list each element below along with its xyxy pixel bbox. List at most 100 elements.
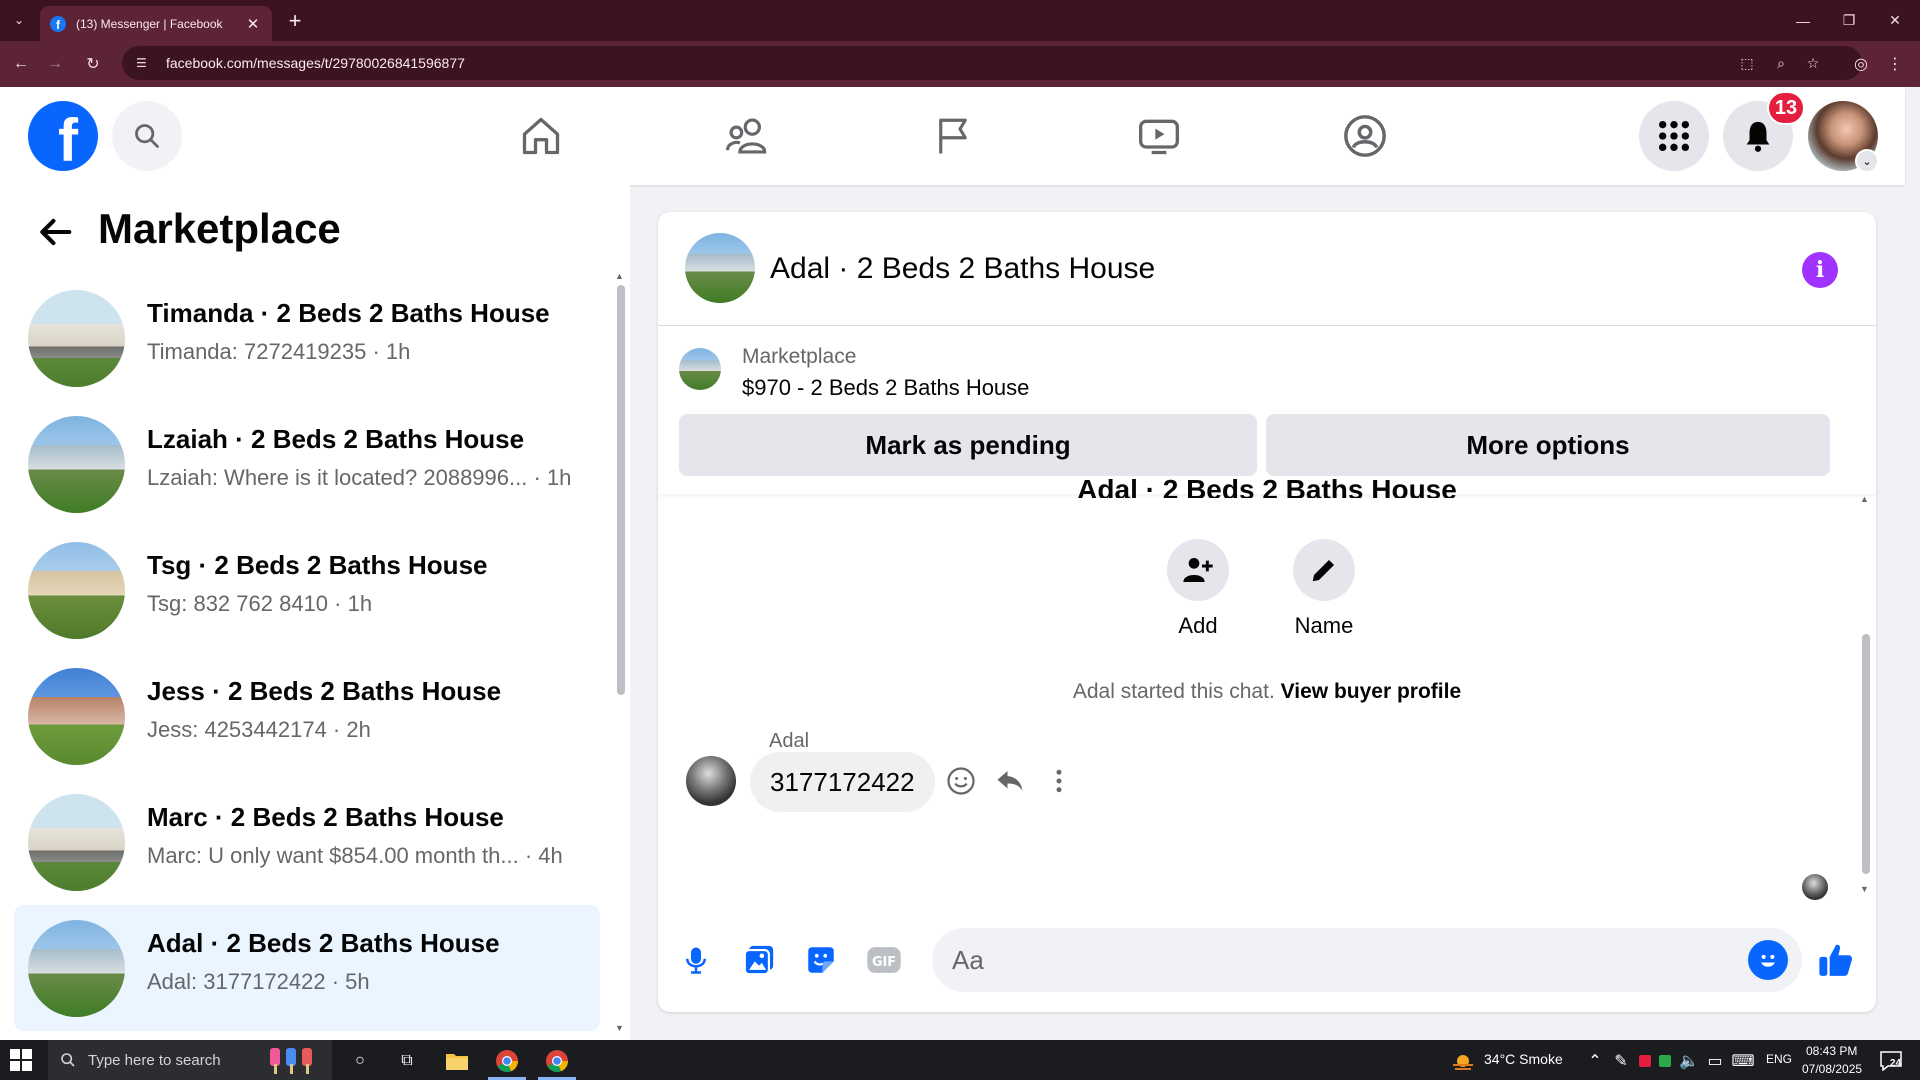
chat-listing-thumbnail[interactable]: [685, 233, 755, 303]
task-view-icon[interactable]: ⧉: [394, 1048, 420, 1074]
site-info-icon[interactable]: ☰: [136, 56, 152, 70]
listing-price-title[interactable]: $970 - 2 Beds 2 Baths House: [742, 375, 1029, 401]
nav-friends-button[interactable]: [722, 111, 772, 161]
svg-text:GIF: GIF: [872, 955, 896, 970]
back-arrow-icon[interactable]: [36, 213, 74, 251]
emoji-button[interactable]: [1748, 940, 1788, 980]
conversation-item-active[interactable]: Adal · 2 Beds 2 Baths House Adal: 317717…: [14, 905, 600, 1031]
reload-icon[interactable]: ↻: [82, 53, 104, 75]
scroll-down-arrow-icon[interactable]: ▼: [615, 1023, 624, 1033]
clock-time[interactable]: 08:43 PM: [1806, 1044, 1857, 1058]
nav-groups-button[interactable]: [1340, 111, 1390, 161]
windows-taskbar: Type here to search ○ ⧉ 34°C Smoke ⌃ ✎ 🔈…: [0, 1040, 1920, 1080]
search-icon: [135, 124, 159, 148]
conversation-item[interactable]: Lzaiah · 2 Beds 2 Baths House Lzaiah: Wh…: [14, 401, 600, 527]
tab-close-icon[interactable]: ✕: [244, 15, 262, 33]
left-scrollbar[interactable]: [617, 285, 625, 695]
facebook-favicon-icon: f: [50, 15, 66, 32]
home-icon: [522, 117, 560, 155]
more-options-button[interactable]: More options: [1266, 414, 1830, 476]
tray-app-green-icon[interactable]: [1652, 1048, 1678, 1074]
reply-button[interactable]: [993, 764, 1027, 798]
view-buyer-profile-link[interactable]: View buyer profile: [1281, 680, 1462, 703]
add-person-icon: [1183, 558, 1213, 582]
zoom-icon[interactable]: ⌕: [1770, 52, 1792, 74]
bookmark-star-icon[interactable]: ☆: [1802, 52, 1824, 74]
browser-menu-icon[interactable]: ⋮: [1884, 53, 1906, 75]
nav-pages-button[interactable]: [928, 111, 978, 161]
facebook-logo-icon[interactable]: f: [28, 101, 98, 171]
name-button[interactable]: [1293, 539, 1355, 601]
weather-text[interactable]: 34°C Smoke: [1484, 1051, 1563, 1067]
keyboard-icon[interactable]: ⌨: [1730, 1048, 1756, 1074]
browser-tabstrip: ⌄ f (13) Messenger | Facebook ✕ + — ❐ ✕: [0, 0, 1920, 41]
nav-video-button[interactable]: [1134, 111, 1184, 161]
tab-search-dropdown-icon[interactable]: ⌄: [8, 9, 30, 31]
react-button[interactable]: [944, 764, 978, 798]
address-bar[interactable]: ☰ facebook.com/messages/t/29780026841596…: [122, 46, 1862, 80]
profile-browser-icon[interactable]: ◎: [1850, 53, 1872, 75]
chat-scroll-down-icon[interactable]: ▼: [1860, 884, 1869, 894]
browser-tab-messenger[interactable]: f (13) Messenger | Facebook ✕: [40, 6, 272, 41]
page-title: Marketplace: [98, 205, 341, 252]
chrome-icon[interactable]: [494, 1048, 520, 1074]
taskbar-search-box[interactable]: Type here to search: [48, 1040, 332, 1080]
weather-icon[interactable]: [1450, 1048, 1476, 1074]
like-send-button[interactable]: [1816, 940, 1856, 980]
url-text: facebook.com/messages/t/2978002684159687…: [166, 55, 465, 71]
add-button[interactable]: [1167, 539, 1229, 601]
volume-icon[interactable]: 🔈: [1676, 1048, 1702, 1074]
conversation-preview: Adal: 3177172422 · 5h: [147, 969, 370, 994]
message-thread: Adal · 2 Beds 2 Baths House Add Name Ada…: [658, 474, 1876, 900]
conversation-item[interactable]: Marc · 2 Beds 2 Baths House Marc: U only…: [14, 779, 600, 905]
message-bubble[interactable]: 3177172422: [750, 752, 935, 812]
install-app-icon[interactable]: ⬚: [1736, 52, 1758, 74]
new-tab-icon[interactable]: +: [280, 6, 310, 36]
clock-date[interactable]: 07/08/2025: [1802, 1062, 1862, 1076]
conversation-title: Timanda · 2 Beds 2 Baths House: [147, 298, 550, 328]
add-label: Add: [1178, 613, 1218, 638]
language-indicator[interactable]: ENG: [1766, 1052, 1792, 1066]
voice-clip-button[interactable]: [676, 940, 716, 980]
conversation-title: Lzaiah · 2 Beds 2 Baths House: [147, 424, 525, 454]
file-explorer-icon[interactable]: [444, 1048, 470, 1074]
chevron-down-icon[interactable]: ⌄: [1855, 149, 1879, 173]
pen-icon[interactable]: ✎: [1608, 1048, 1634, 1074]
facebook-search-button[interactable]: [112, 101, 182, 171]
info-icon[interactable]: i: [1802, 252, 1838, 288]
listing-thumbnail: [28, 920, 125, 1017]
window-close-icon[interactable]: ✕: [1872, 0, 1918, 41]
forward-nav-icon[interactable]: →: [44, 53, 66, 75]
sticker-button[interactable]: [801, 940, 841, 980]
more-message-actions-button[interactable]: [1042, 764, 1076, 798]
started-text: Adal started this chat.: [1072, 680, 1275, 703]
conversation-item[interactable]: Timanda · 2 Beds 2 Baths House Timanda: …: [14, 275, 600, 401]
mark-pending-button[interactable]: Mark as pending: [679, 414, 1257, 476]
network-icon[interactable]: ▭: [1702, 1048, 1728, 1074]
menu-grid-button[interactable]: [1639, 101, 1709, 171]
conversation-title: Adal · 2 Beds 2 Baths House: [147, 928, 500, 958]
sender-avatar[interactable]: [686, 756, 736, 806]
nav-home-button[interactable]: [516, 111, 566, 161]
attach-photo-button[interactable]: [739, 940, 779, 980]
show-hidden-icons-icon[interactable]: ⌃: [1582, 1048, 1608, 1074]
cortana-icon[interactable]: ○: [347, 1048, 373, 1074]
conversation-item[interactable]: Tsg · 2 Beds 2 Baths House Tsg: 832 762 …: [14, 527, 600, 653]
chrome-profile-icon[interactable]: [544, 1048, 570, 1074]
chat-title[interactable]: Adal · 2 Beds 2 Baths House: [770, 252, 1155, 286]
restore-icon[interactable]: ❐: [1826, 0, 1872, 41]
listing-thumbnail: [28, 416, 125, 513]
chat-scrollbar[interactable]: [1862, 634, 1870, 874]
conversation-preview: Lzaiah: Where is it located? 2088996... …: [147, 465, 572, 490]
gif-button[interactable]: GIF: [864, 940, 904, 980]
windows-start-icon[interactable]: [10, 1049, 32, 1071]
conversation-item[interactable]: Jess · 2 Beds 2 Baths House Jess: 425344…: [14, 653, 600, 779]
chat-scroll-up-icon[interactable]: ▲: [1860, 494, 1869, 504]
grid-menu-icon: [1658, 120, 1690, 152]
back-nav-icon[interactable]: ←: [10, 53, 32, 75]
minimize-icon[interactable]: —: [1780, 0, 1826, 41]
scroll-up-arrow-icon[interactable]: ▲: [615, 271, 624, 281]
message-input[interactable]: [932, 928, 1802, 992]
conversation-title: Tsg · 2 Beds 2 Baths House: [147, 550, 488, 580]
taskbar-search-placeholder: Type here to search: [88, 1051, 221, 1069]
